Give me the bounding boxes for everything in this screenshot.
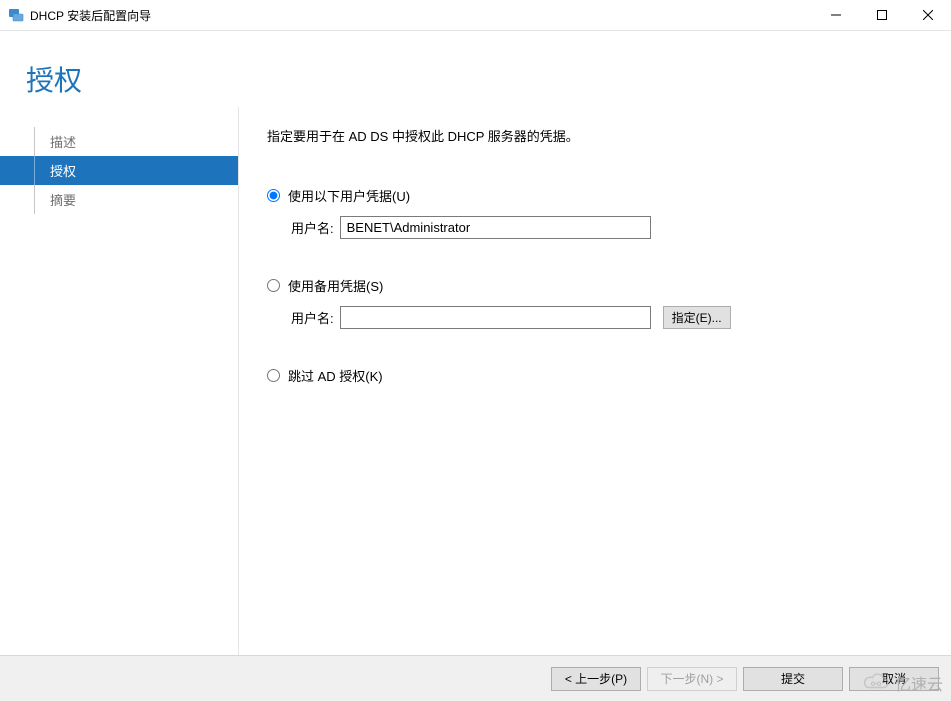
main-panel: 指定要用于在 AD DS 中授权此 DHCP 服务器的凭据。 使用以下用户凭据(… (238, 107, 951, 698)
maximize-button[interactable] (859, 0, 905, 30)
commit-button[interactable]: 提交 (743, 667, 843, 691)
titlebar: DHCP 安装后配置向导 (0, 0, 951, 31)
sidebar-item-authorize[interactable]: 授权 (0, 156, 238, 185)
window-controls (813, 0, 951, 30)
radio-skip-authorize[interactable] (267, 369, 280, 382)
sidebar-item-description[interactable]: 描述 (0, 127, 238, 156)
sidebar-item-label: 描述 (50, 132, 76, 151)
close-button[interactable] (905, 0, 951, 30)
radio-label: 使用以下用户凭据(U) (288, 186, 410, 205)
radio-current-credentials[interactable] (267, 189, 280, 202)
radio-label: 跳过 AD 授权(K) (288, 366, 383, 385)
option-skip-authorize: 跳过 AD 授权(K) (267, 365, 927, 386)
option-current-credentials: 使用以下用户凭据(U) 用户名: (267, 185, 927, 239)
sidebar-item-label: 摘要 (50, 190, 76, 209)
footer: < 上一步(P) 下一步(N) > 提交 取消 (0, 655, 951, 701)
username-label-alt: 用户名: (291, 308, 334, 327)
username-field-alternate[interactable] (340, 306, 651, 329)
option-alternate-credentials: 使用备用凭据(S) 用户名: 指定(E)... (267, 275, 927, 329)
window-title: DHCP 安装后配置向导 (30, 7, 151, 24)
cancel-button[interactable]: 取消 (849, 667, 939, 691)
sidebar-item-summary[interactable]: 摘要 (0, 185, 238, 214)
radio-alternate-credentials[interactable] (267, 279, 280, 292)
next-button[interactable]: 下一步(N) > (647, 667, 737, 691)
username-label: 用户名: (291, 218, 334, 237)
specify-button[interactable]: 指定(E)... (663, 306, 731, 329)
previous-button[interactable]: < 上一步(P) (551, 667, 641, 691)
username-field-current[interactable] (340, 216, 651, 239)
radio-label: 使用备用凭据(S) (288, 276, 383, 295)
app-icon (8, 7, 24, 23)
page-heading: 授权 (0, 31, 951, 107)
content-area: 描述 授权 摘要 指定要用于在 AD DS 中授权此 DHCP 服务器的凭据。 … (0, 107, 951, 698)
minimize-button[interactable] (813, 0, 859, 30)
sidebar: 描述 授权 摘要 (0, 107, 238, 698)
instruction-text: 指定要用于在 AD DS 中授权此 DHCP 服务器的凭据。 (267, 126, 927, 145)
sidebar-item-label: 授权 (50, 161, 76, 180)
